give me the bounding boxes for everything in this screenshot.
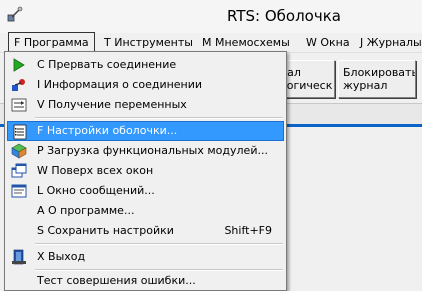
menu-item-save-settings[interactable]: S Сохранить настройки Shift+F9: [7, 221, 284, 241]
app-icon[interactable]: [6, 6, 24, 24]
program-menu-dropdown: C Прервать соединение I Информация о сое…: [4, 51, 287, 291]
settings-list-icon: [13, 124, 27, 140]
modules-icon: [11, 143, 27, 159]
connection-info-icon: [12, 79, 25, 91]
arrow-icon: [13, 58, 25, 72]
messages-icon: [11, 184, 27, 198]
menu-item-messages-window[interactable]: L Окно сообщений...: [7, 181, 284, 201]
menu-item-connection-info[interactable]: I Информация о соединении: [7, 75, 284, 95]
menu-item-exit[interactable]: X Выход: [7, 247, 284, 267]
menu-tools[interactable]: T Инструменты: [99, 33, 198, 52]
menu-item-test-error[interactable]: Тест совершения ошибки...: [7, 271, 284, 291]
menu-item-disconnect[interactable]: C Прервать соединение: [7, 55, 284, 75]
menu-mnemoschemes[interactable]: M Мнемосхемы: [197, 33, 295, 52]
menu-journals[interactable]: J Журналы: [355, 33, 422, 52]
variables-icon: [11, 98, 27, 112]
menu-item-get-variables[interactable]: V Получение переменных: [7, 95, 284, 115]
menu-item-about[interactable]: A О программе...: [7, 201, 284, 221]
title-bar: RTS: Оболочка: [0, 0, 422, 34]
menu-program[interactable]: F Программа: [8, 32, 95, 52]
menu-separator: [35, 117, 283, 119]
menu-separator: [35, 243, 283, 245]
menu-windows[interactable]: W Окна: [301, 33, 355, 52]
window-title: RTS: Оболочка: [227, 7, 341, 25]
menu-item-load-modules[interactable]: P Загрузка функциональных модулей...: [7, 141, 284, 161]
windows-icon: [11, 163, 27, 178]
menu-bar: F Программа T Инструменты M Мнемосхемы W…: [0, 32, 422, 53]
exit-icon: [12, 249, 26, 265]
shortcut-label: Shift+F9: [224, 224, 272, 237]
menu-item-shell-settings[interactable]: F Настройки оболочки...: [7, 121, 284, 141]
menu-item-always-on-top[interactable]: W Поверх всех окон: [7, 161, 284, 181]
block-journal-button[interactable]: Блокировать журнал: [338, 60, 416, 98]
